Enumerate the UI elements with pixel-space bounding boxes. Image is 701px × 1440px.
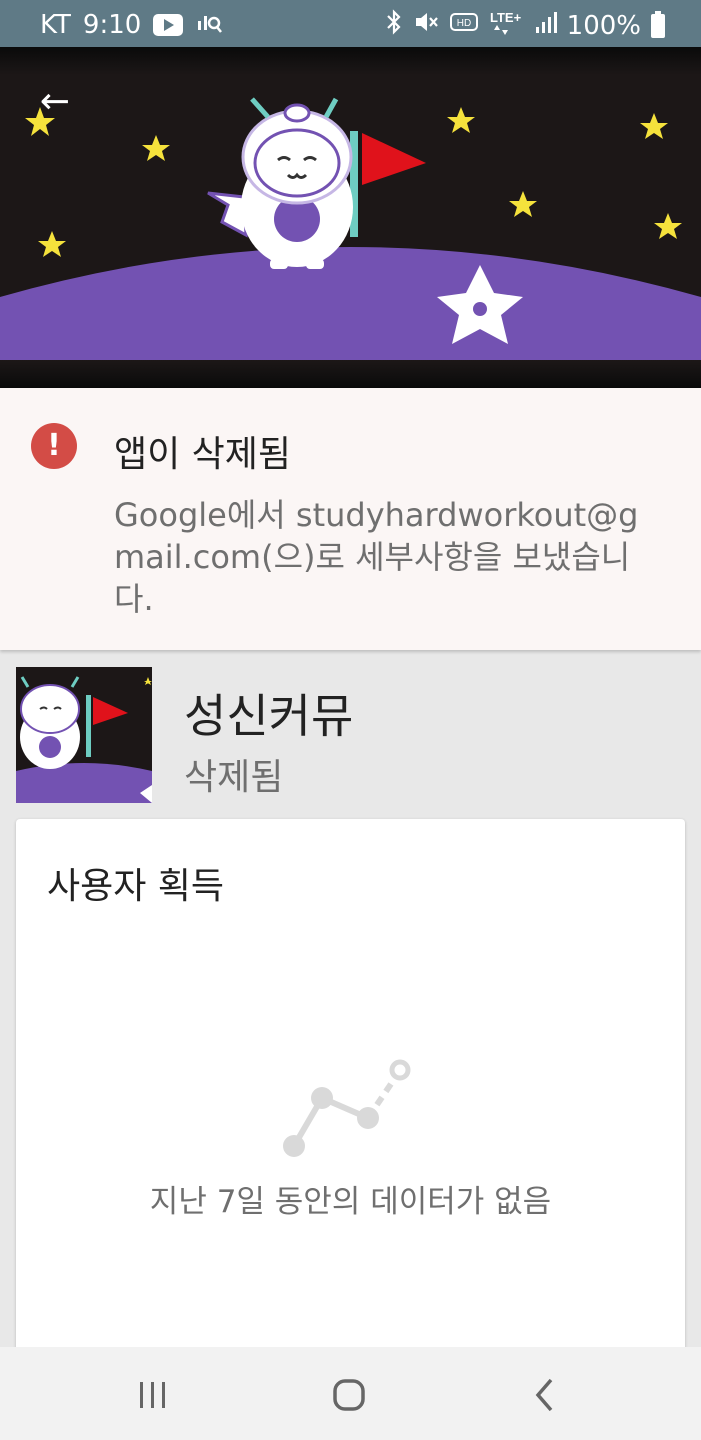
lte-icon: LTE+ (489, 8, 525, 44)
star-icon (142, 135, 170, 161)
back-arrow-icon[interactable]: ← (34, 82, 76, 124)
app-name: 성신커뮤 (184, 689, 354, 743)
error-icon: ! (31, 423, 77, 469)
back-chevron-icon (535, 1378, 553, 1412)
home-icon (333, 1379, 365, 1411)
mascot-topknot (283, 103, 311, 123)
hd-icon: HD (449, 9, 479, 43)
recent-apps-icon (140, 1382, 165, 1408)
hero-banner (0, 47, 701, 388)
status-left: KT 9:10 (40, 8, 223, 42)
star-icon (447, 107, 475, 133)
analytics-icon (195, 8, 223, 42)
mute-icon (413, 9, 439, 43)
empty-line-chart-icon (278, 1053, 418, 1167)
status-bar: KT 9:10 HD LTE+ 100% (0, 0, 701, 47)
star-icon (38, 231, 66, 257)
back-button[interactable] (520, 1372, 570, 1418)
app-thumbnail-image (16, 667, 152, 803)
home-button[interactable] (325, 1372, 375, 1418)
card-title: 사용자 획득 (47, 866, 225, 907)
alert-body: Google에서 studyhardworkout@gmail.com(으)로 … (114, 496, 639, 618)
empty-state-message: 지난 7일 동안의 데이터가 없음 (149, 1184, 552, 1220)
carrier-label: KT (40, 10, 71, 40)
app-thumbnail[interactable] (16, 667, 152, 803)
mascot-foot-right (306, 259, 324, 269)
alert-title: 앱이 삭제됨 (114, 434, 292, 475)
star-icon (654, 213, 682, 239)
signal-icon (535, 10, 557, 42)
star-icon (640, 113, 668, 139)
recent-apps-button[interactable] (128, 1372, 178, 1418)
mascot-foot-left (270, 259, 288, 269)
status-right: HD LTE+ 100% (385, 8, 665, 44)
bluetooth-icon (385, 9, 403, 43)
flag-icon (350, 131, 426, 237)
mascot-mouth (286, 172, 308, 179)
star-icon (509, 191, 537, 217)
youtube-icon (153, 14, 184, 36)
clock: 9:10 (82, 10, 142, 40)
app-status: 삭제됨 (184, 757, 284, 798)
battery-icon (651, 11, 665, 38)
tail (207, 191, 248, 238)
svg-text:HD: HD (456, 18, 470, 29)
hero-illustration (0, 97, 701, 360)
purple-hill (0, 247, 701, 360)
battery-percent: 100% (566, 11, 641, 41)
svg-text:LTE+: LTE+ (490, 10, 522, 25)
mascot-face (253, 128, 341, 198)
